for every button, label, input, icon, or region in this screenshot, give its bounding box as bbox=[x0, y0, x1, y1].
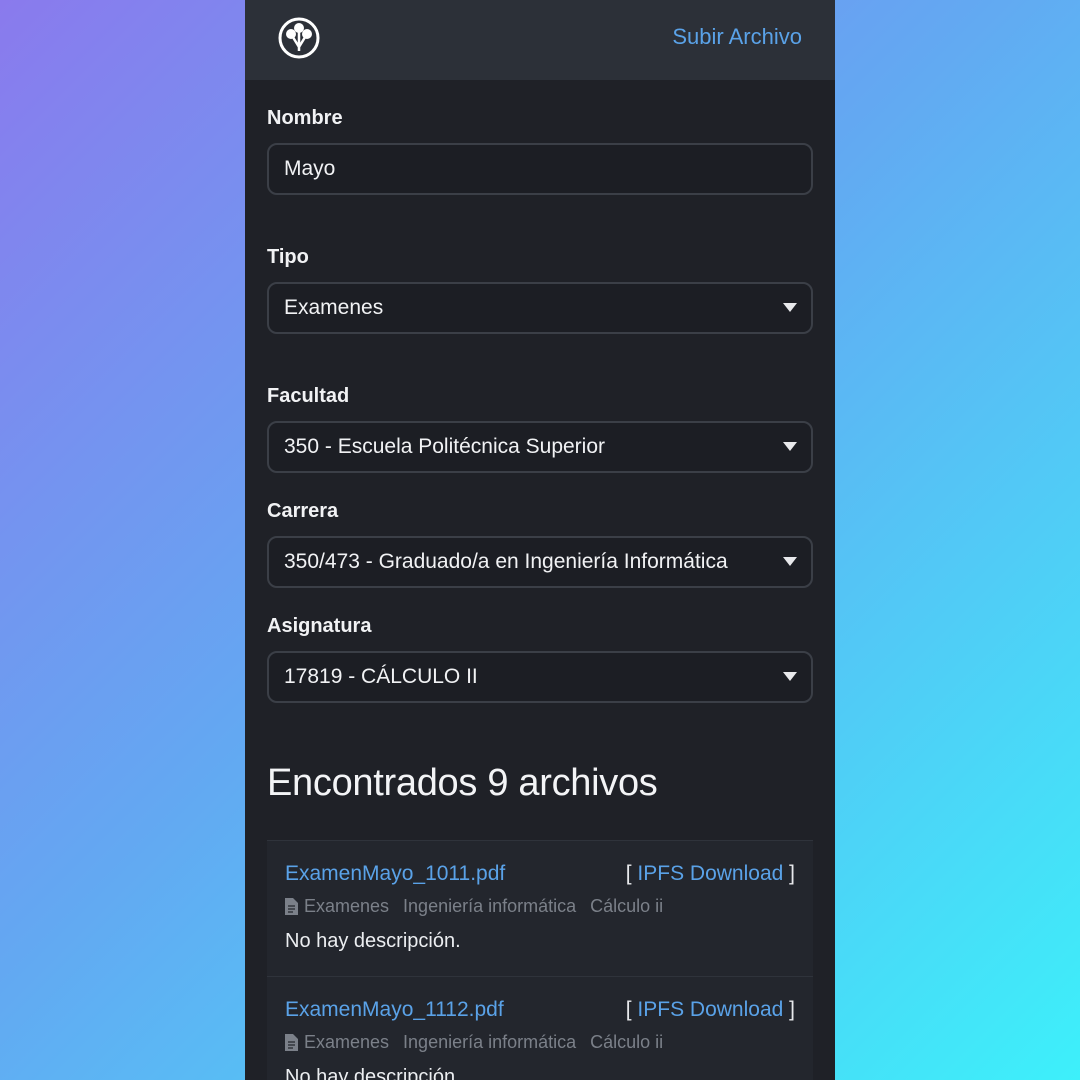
list-item: ExamenMayo_1112.pdf [ IPFS Download ] Ex… bbox=[267, 976, 813, 1080]
ipfs-download: [ IPFS Download ] bbox=[626, 859, 795, 889]
carrera-value: 350/473 - Graduado/a en Ingeniería Infor… bbox=[284, 550, 728, 573]
file-name-link[interactable]: ExamenMayo_1011.pdf bbox=[285, 862, 505, 885]
file-subject: Cálculo ii bbox=[590, 1032, 664, 1052]
nombre-input[interactable]: Mayo bbox=[267, 143, 813, 195]
search-form: Nombre Mayo Tipo Examenes Facultad 350 -… bbox=[245, 80, 835, 1080]
caret-down-icon bbox=[783, 303, 797, 312]
bracket-open: [ bbox=[625, 862, 632, 885]
tipo-value: Examenes bbox=[284, 296, 384, 319]
document-icon bbox=[285, 1033, 298, 1051]
bracket-close: ] bbox=[789, 862, 795, 885]
file-name-link[interactable]: ExamenMayo_1112.pdf bbox=[285, 998, 504, 1021]
caret-down-icon bbox=[783, 557, 797, 566]
nombre-label: Nombre bbox=[267, 107, 343, 129]
caret-down-icon bbox=[783, 672, 797, 681]
file-description: No hay descripción. bbox=[285, 930, 461, 952]
ipfs-download-link[interactable]: IPFS Download bbox=[637, 998, 783, 1021]
caret-down-icon bbox=[783, 442, 797, 451]
asignatura-value: 17819 - CÁLCULO II bbox=[284, 665, 478, 688]
list-item: ExamenMayo_1011.pdf [ IPFS Download ] Ex… bbox=[267, 840, 813, 976]
facultad-select[interactable]: 350 - Escuela Politécnica Superior bbox=[267, 421, 813, 473]
nombre-value: Mayo bbox=[284, 157, 336, 180]
asignatura-label: Asignatura bbox=[267, 615, 372, 637]
facultad-label: Facultad bbox=[267, 385, 350, 407]
file-meta: Examenes Ingeniería informática Cálculo … bbox=[285, 1028, 795, 1056]
file-type: Examenes bbox=[304, 1032, 390, 1052]
facultad-value: 350 - Escuela Politécnica Superior bbox=[284, 435, 606, 458]
file-career: Ingeniería informática bbox=[403, 896, 577, 916]
file-description: No hay descripción. bbox=[285, 1066, 461, 1080]
tipo-label: Tipo bbox=[267, 246, 309, 268]
ipfs-download-link[interactable]: IPFS Download bbox=[637, 862, 783, 885]
ipfs-download: [ IPFS Download ] bbox=[626, 995, 795, 1025]
tree-logo-icon[interactable] bbox=[278, 17, 320, 59]
bracket-open: [ bbox=[625, 998, 632, 1021]
file-type: Examenes bbox=[304, 896, 390, 916]
carrera-select[interactable]: 350/473 - Graduado/a en Ingeniería Infor… bbox=[267, 536, 813, 588]
results-list: ExamenMayo_1011.pdf [ IPFS Download ] Ex… bbox=[267, 840, 813, 1080]
top-navbar: Subir Archivo bbox=[245, 0, 835, 80]
document-icon bbox=[285, 897, 298, 915]
asignatura-select[interactable]: 17819 - CÁLCULO II bbox=[267, 651, 813, 703]
file-subject: Cálculo ii bbox=[590, 896, 664, 916]
carrera-label: Carrera bbox=[267, 500, 339, 522]
tipo-select[interactable]: Examenes bbox=[267, 282, 813, 334]
upload-file-link[interactable]: Subir Archivo bbox=[672, 22, 802, 52]
results-count-heading: Encontrados 9 archivos bbox=[267, 762, 658, 804]
file-career: Ingeniería informática bbox=[403, 1032, 577, 1052]
file-meta: Examenes Ingeniería informática Cálculo … bbox=[285, 892, 795, 920]
app-screen: Subir Archivo Nombre Mayo Tipo Examenes … bbox=[245, 0, 835, 1080]
bracket-close: ] bbox=[789, 998, 795, 1021]
